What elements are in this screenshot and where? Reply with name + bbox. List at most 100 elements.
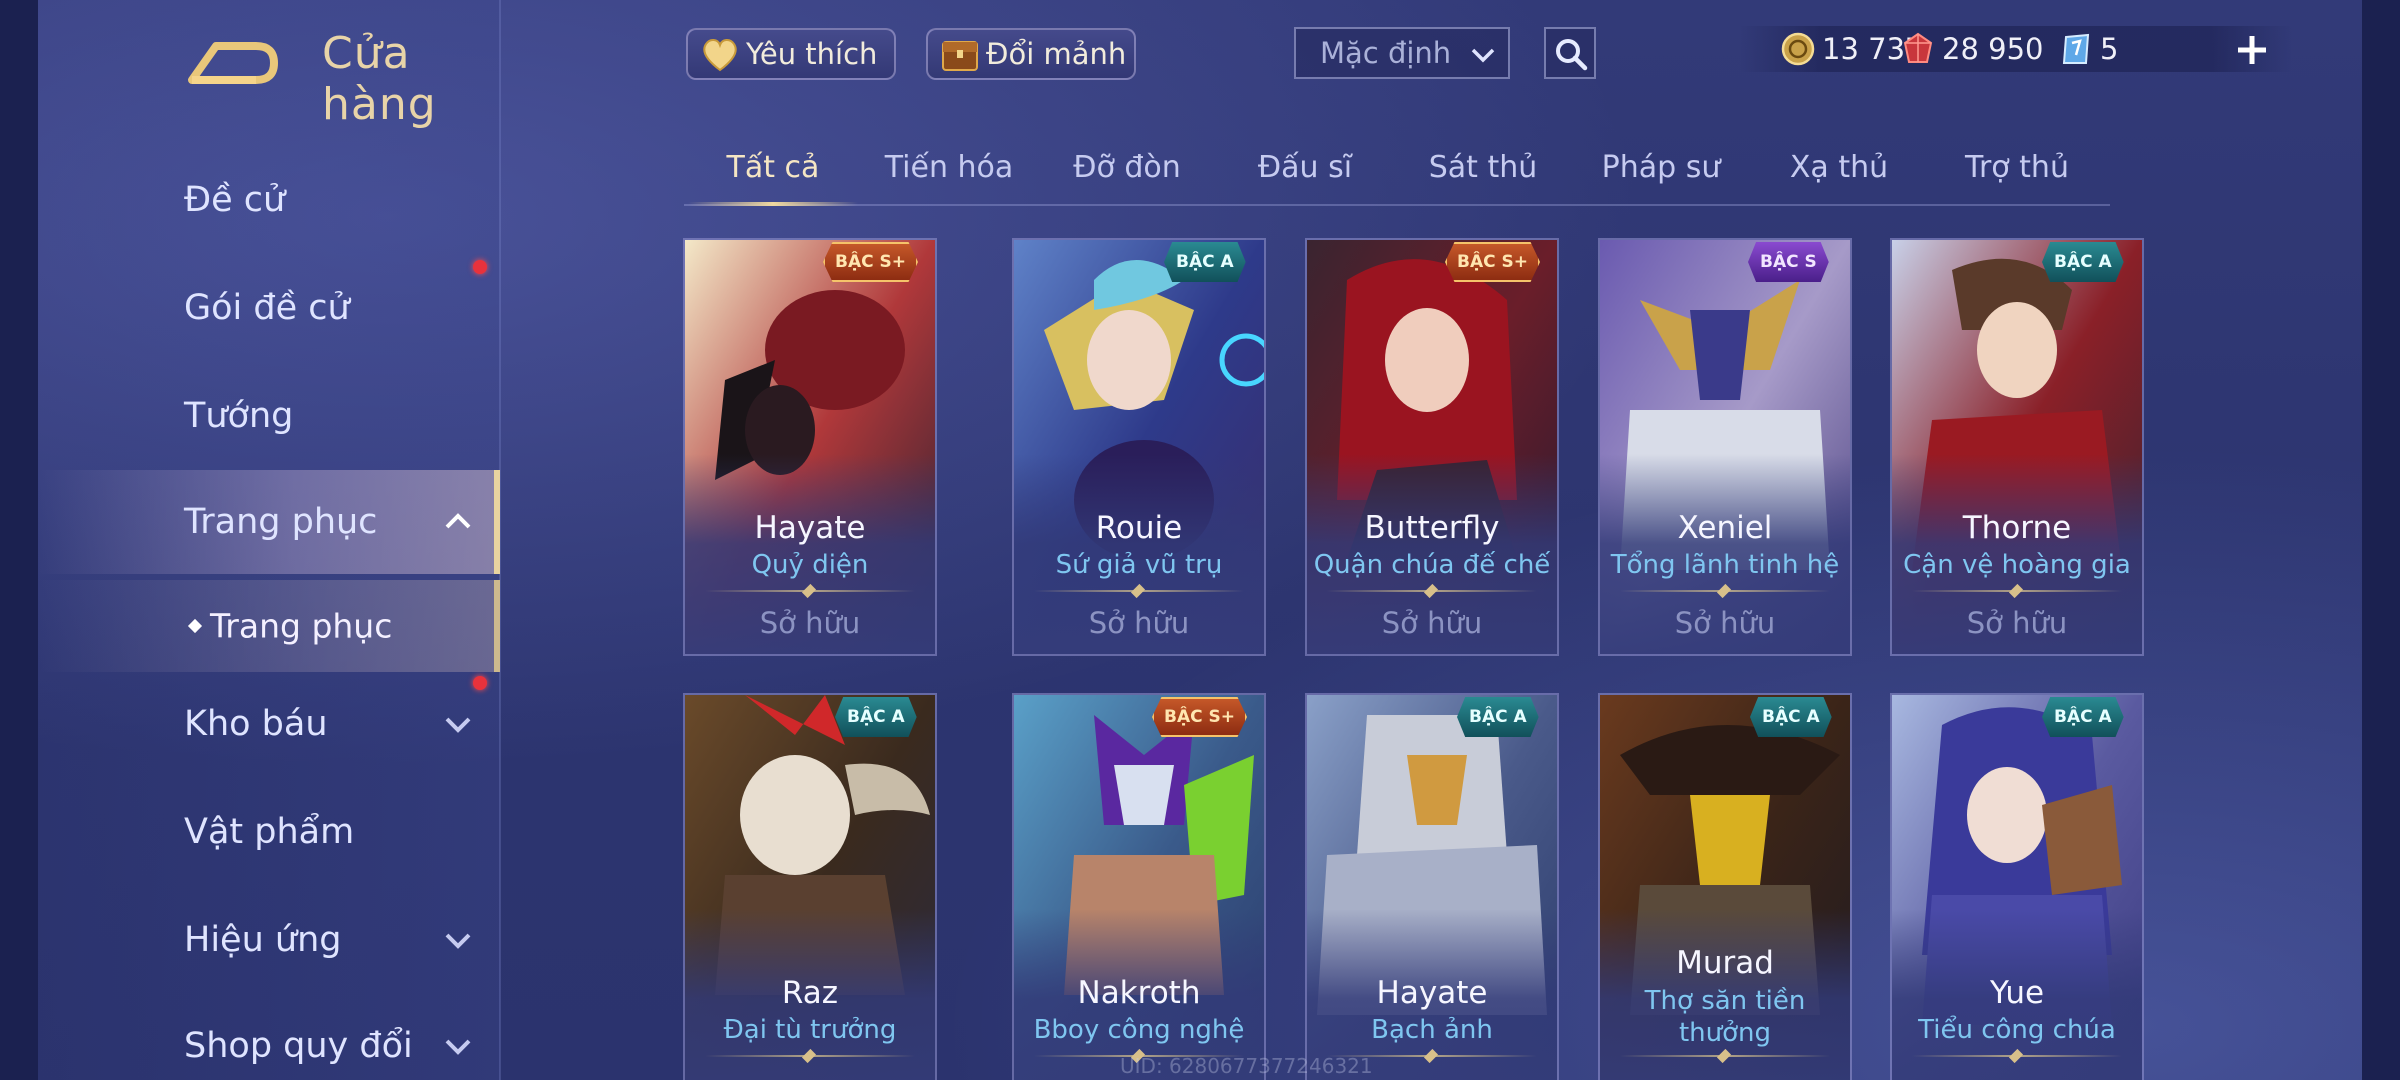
sidebar-item-label: Đề cử [184, 180, 286, 220]
chevron-down-icon [445, 717, 471, 733]
sidebar-item-effects[interactable]: Hiệu ứng [38, 888, 500, 992]
skin-card[interactable]: BẬC A Rouie Sứ giả vũ trụ Sở hữu [1012, 238, 1266, 656]
skin-card[interactable]: BẬC S+ Hayate Quỷ diện Sở hữu [683, 238, 937, 656]
tier-badge: BẬC A [2042, 242, 2124, 282]
sidebar-subitem-label: Trang phục [210, 606, 393, 646]
heart-icon [703, 39, 737, 72]
ruby-amount: 28 950 [1942, 32, 2044, 66]
tier-badge: BẬC S+ [823, 242, 918, 282]
hero-name: Yue [1989, 975, 2045, 1011]
tab-tank[interactable]: Đỡ đòn [1042, 150, 1212, 185]
card-divider [1912, 590, 2122, 592]
chevron-down-icon [445, 1039, 471, 1055]
active-indicator [494, 580, 500, 672]
skin-card[interactable]: BẬC A Murad Thợ săn tiền thưởng [1598, 693, 1852, 1080]
skin-card[interactable]: BẬC A Raz Đại tù trưởng [683, 693, 937, 1080]
plus-icon[interactable] [2232, 30, 2272, 70]
bullet-icon [187, 618, 203, 634]
skin-name: Tiểu công chúa [1918, 1015, 2116, 1045]
active-indicator [494, 470, 500, 574]
tab-mage[interactable]: Pháp sư [1576, 150, 1746, 185]
tab-evolution[interactable]: Tiến hóa [864, 150, 1034, 185]
sidebar-item-exchange-shop[interactable]: Shop quy đổi [38, 994, 500, 1080]
skin-card[interactable]: BẬC S+ Butterfly Quận chúa đế chế Sở hữu [1305, 238, 1559, 656]
sidebar-item-label: Tướng [184, 396, 294, 436]
favorites-button[interactable]: Yêu thích [686, 28, 896, 80]
sort-dropdown[interactable]: Mặc định [1294, 27, 1510, 79]
sidebar-item-label: Trang phục [184, 502, 378, 542]
sidebar-item-heroes[interactable]: Tướng [38, 364, 500, 468]
skin-name: Sứ giả vũ trụ [1055, 550, 1223, 580]
skin-name: Bboy công nghệ [1033, 1015, 1245, 1045]
tier-badge: BẬC S+ [1152, 697, 1247, 737]
tier-badge: BẬC A [2042, 697, 2124, 737]
hero-name: Hayate [1376, 975, 1488, 1011]
sidebar-subitem-skins[interactable]: Trang phục [38, 580, 500, 672]
skin-name: Quận chúa đế chế [1313, 550, 1551, 580]
skin-name: Cận vệ hoàng gia [1903, 550, 2131, 580]
ruby-balance: 28 950 [1900, 26, 2043, 72]
sidebar-item-label: Kho báu [184, 704, 328, 744]
tier-badge: BẬC S [1748, 242, 1829, 282]
owned-status: Sở hữu [1381, 606, 1483, 640]
sidebar-item-treasure[interactable]: Kho báu [38, 672, 500, 776]
user-id-watermark: UID: 6280677377246321 [1120, 1054, 1373, 1078]
tab-support[interactable]: Trợ thủ [1932, 150, 2102, 185]
sidebar-item-label: Vật phẩm [184, 812, 355, 852]
card-divider [1620, 1055, 1830, 1057]
skin-card[interactable]: BẬC S+ Nakroth Bboy công nghệ [1012, 693, 1266, 1080]
card-divider [705, 1055, 915, 1057]
hero-name: Thorne [1962, 510, 2072, 546]
chevron-up-icon [445, 513, 471, 529]
skin-card[interactable]: BẬC A Hayate Bạch ảnh [1305, 693, 1559, 1080]
ruby-icon [1903, 32, 1933, 63]
notification-dot [473, 676, 487, 690]
chevron-down-icon [1471, 48, 1495, 63]
page-title: Cửa hàng [322, 28, 437, 130]
card-divider [1912, 1055, 2122, 1057]
hero-name: Xeniel [1677, 510, 1773, 546]
owned-status: Sở hữu [1674, 606, 1776, 640]
tab-fighter[interactable]: Đấu sĩ [1220, 150, 1390, 185]
hero-name: Nakroth [1077, 975, 1201, 1011]
sidebar-item-label: Shop quy đổi [184, 1026, 413, 1066]
hero-name: Hayate [754, 510, 866, 546]
search-icon [1556, 39, 1588, 71]
skin-card[interactable]: BẬC A Yue Tiểu công chúa [1890, 693, 2144, 1080]
back-arrow-icon[interactable] [186, 34, 282, 86]
skin-name: Quỷ diện [751, 550, 869, 580]
treasure-chest-icon [942, 41, 978, 71]
sidebar-item-skins[interactable]: Trang phục [38, 470, 500, 574]
sidebar: Cửa hàng Đề cử Gói đề cử Tướng Trang phụ… [38, 0, 501, 1080]
skin-card[interactable]: BẬC A Thorne Cận vệ hoàng gia Sở hữu [1890, 238, 2144, 656]
tab-marksman[interactable]: Xạ thủ [1754, 150, 1924, 185]
sidebar-item-recommended[interactable]: Đề cử [38, 148, 500, 252]
skin-card[interactable]: BẬC S Xeniel Tổng lãnh tinh hệ Sở hữu [1598, 238, 1852, 656]
hero-name: Butterfly [1364, 510, 1500, 546]
sidebar-item-label: Hiệu ứng [184, 920, 342, 960]
sidebar-item-items[interactable]: Vật phẩm [38, 780, 500, 884]
chevron-down-icon [445, 933, 471, 949]
hero-name: Murad [1676, 945, 1774, 981]
card-divider [1327, 590, 1537, 592]
role-tabs: Tất cả Tiến hóa Đỡ đòn Đấu sĩ Sát thủ Ph… [684, 140, 2110, 206]
sidebar-item-label: Gói đề cử [184, 288, 350, 328]
tab-all[interactable]: Tất cả [688, 150, 858, 185]
voucher-amount: 5 [2100, 32, 2119, 66]
skin-name: Thợ săn tiền thưởng [1644, 986, 1806, 1048]
exchange-shards-label: Đổi mảnh [986, 37, 1127, 71]
skin-name: Tổng lãnh tinh hệ [1610, 550, 1840, 580]
owned-status: Sở hữu [1966, 606, 2068, 640]
tab-assassin[interactable]: Sát thủ [1398, 150, 1568, 185]
game-screen: Cửa hàng Đề cử Gói đề cử Tướng Trang phụ… [38, 0, 2362, 1080]
hero-name: Raz [781, 975, 839, 1011]
tab-active-underline [688, 202, 858, 206]
sidebar-item-recommended-packs[interactable]: Gói đề cử [38, 256, 500, 360]
tier-badge: BẬC A [1457, 697, 1539, 737]
owned-status: Sở hữu [1088, 606, 1190, 640]
exchange-shards-button[interactable]: Đổi mảnh [926, 28, 1136, 80]
tier-badge: BẬC A [835, 697, 917, 737]
card-divider [705, 590, 915, 592]
search-button[interactable] [1544, 27, 1596, 79]
card-divider [1620, 590, 1830, 592]
